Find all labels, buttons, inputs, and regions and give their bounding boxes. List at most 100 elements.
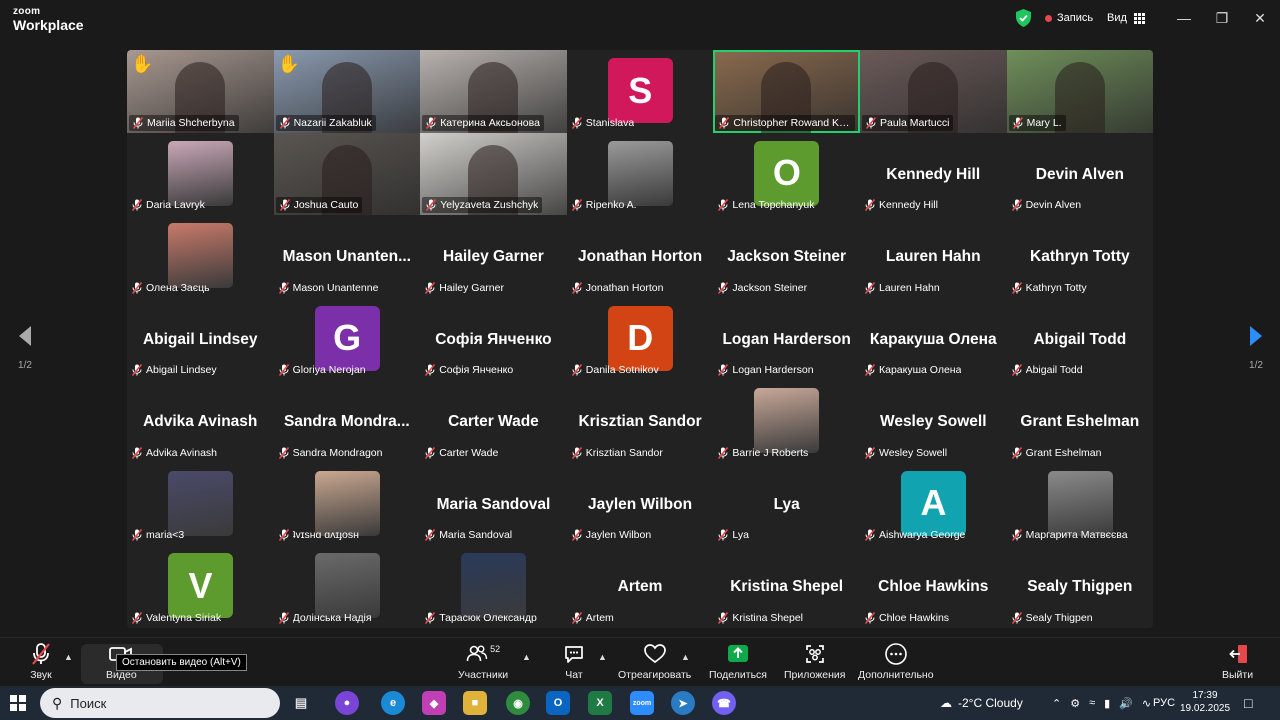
taskbar-clock[interactable]: 17:39 19.02.2025 — [1180, 689, 1230, 715]
participant-tile[interactable]: Lauren Hahn Lauren Hahn — [860, 215, 1007, 298]
participant-tile[interactable]: Krisztian Sandor Krisztian Sandor — [566, 380, 714, 463]
participant-tile[interactable]: Олена Заєць — [127, 215, 274, 298]
windows-start-icon[interactable] — [10, 695, 26, 711]
participant-tile[interactable]: Mary L. — [1006, 50, 1153, 133]
participant-tile[interactable]: Barrie J Roberts — [713, 380, 860, 463]
react-options-caret[interactable]: ▲ — [681, 652, 690, 662]
participant-tile[interactable]: Mason Unanten... Mason Unantenne — [273, 215, 421, 298]
participant-tile[interactable]: Devin Alven Devin Alven — [1006, 132, 1153, 215]
participant-tile[interactable]: Abigail Todd Abigail Todd — [1006, 297, 1153, 380]
participant-tile[interactable]: ✋ Nazarii Zakabluk — [273, 50, 421, 133]
participant-tile[interactable]: V Valentyna Siriak — [127, 545, 274, 628]
chat-button[interactable]: Чат — [563, 642, 585, 681]
participant-tile[interactable]: Sandra Mondra... Sandra Mondragon — [273, 380, 421, 463]
participant-tile[interactable]: Софія Янченко Софія Янченко — [420, 297, 567, 380]
participant-tile[interactable]: Maria Sandoval Maria Sandoval — [420, 462, 567, 545]
minimize-button[interactable]: — — [1172, 8, 1196, 28]
muted-mic-icon — [132, 529, 142, 541]
participant-name: Logan Harderson — [732, 364, 814, 376]
participant-tile[interactable]: Grant Eshelman Grant Eshelman — [1006, 380, 1153, 463]
participant-tile[interactable]: G Gloriya Nerojan — [273, 297, 421, 380]
chrome-browser-icon[interactable]: ◉ — [506, 691, 530, 715]
participant-tile[interactable]: Christopher Rowand Kelley — [713, 50, 860, 133]
system-tray-icons[interactable]: ⌃ ⚙ ≈ ▮ 🔊 ∿ — [1052, 686, 1151, 720]
participant-tile[interactable]: Advika Avinash Advika Avinash — [127, 380, 274, 463]
weather-widget[interactable]: ☁ -2°C Cloudy — [940, 686, 1023, 720]
more-button[interactable]: Дополнительно — [858, 642, 934, 681]
participant-tile[interactable]: Artem Artem — [566, 545, 714, 628]
vpn-icon[interactable]: ∿ — [1142, 697, 1151, 710]
copilot-app-icon[interactable]: ● — [335, 691, 359, 715]
participant-tile[interactable]: Долінська Надія — [273, 545, 421, 628]
notifications-icon[interactable]: □ — [1244, 686, 1252, 720]
participant-name: Mason Unantenne — [292, 281, 379, 294]
participant-tile[interactable]: Hailey Garner Hailey Garner — [420, 215, 567, 298]
participant-tile[interactable]: Abigail Lindsey Abigail Lindsey — [127, 297, 274, 380]
participant-tile[interactable]: Joshua Cauto — [273, 132, 421, 215]
audio-button[interactable]: Звук — [30, 642, 52, 681]
audio-options-caret[interactable]: ▲ — [64, 652, 73, 662]
copilot-m365-icon[interactable]: ◆ — [422, 691, 446, 715]
participant-tile[interactable]: S Stanislava — [566, 50, 714, 133]
wifi-icon[interactable]: ≈ — [1089, 697, 1095, 709]
participant-tile[interactable]: Jackson Steiner Jackson Steiner — [713, 215, 860, 298]
participant-tile[interactable]: Daria Lavryk — [127, 132, 274, 215]
participant-tile[interactable]: ʇvɪsнɑ ɑʌɪɟosн — [273, 462, 421, 545]
participant-tile[interactable]: Jaylen Wilbon Jaylen Wilbon — [566, 462, 714, 545]
previous-page-nav[interactable]: 1/2 — [10, 325, 40, 371]
chevron-up-icon[interactable]: ⌃ — [1052, 697, 1061, 710]
participant-tile[interactable]: Jonathan Horton Jonathan Horton — [566, 215, 714, 298]
participant-tile[interactable]: Маргарита Матвєєва — [1006, 462, 1153, 545]
participant-tile[interactable]: Chloe Hawkins Chloe Hawkins — [860, 545, 1007, 628]
participant-tile[interactable]: D Danila Sotnikov — [566, 297, 714, 380]
participant-name: Sealy Thigpen — [1025, 611, 1093, 624]
file-explorer-icon[interactable]: ■ — [463, 691, 487, 715]
apps-button[interactable]: Приложения — [784, 642, 845, 681]
chat-options-caret[interactable]: ▲ — [598, 652, 607, 662]
participant-tile[interactable]: ✋ Mariia Shcherbyna — [127, 50, 274, 133]
participant-tile[interactable]: Lya Lya — [713, 462, 860, 545]
network-icon[interactable]: ⚙ — [1070, 697, 1080, 710]
participant-tile[interactable]: Wesley Sowell Wesley Sowell — [860, 380, 1007, 463]
participant-tile[interactable]: Катерина Аксьонова — [420, 50, 567, 133]
recording-indicator[interactable]: Запись — [1045, 8, 1093, 28]
participant-tile[interactable]: Kennedy Hill Kennedy Hill — [860, 132, 1007, 215]
security-shield-icon[interactable] — [1016, 9, 1031, 27]
participant-tile[interactable]: Carter Wade Carter Wade — [420, 380, 567, 463]
battery-icon[interactable]: ▮ — [1104, 697, 1110, 710]
task-view-icon[interactable]: ▤ — [289, 691, 313, 715]
participant-tile[interactable]: Kristina Shepel Kristina Shepel — [713, 545, 860, 628]
outlook-app-icon[interactable]: O — [546, 691, 570, 715]
share-button[interactable]: Поделиться — [709, 642, 767, 681]
participant-tile[interactable]: Sealy Thigpen Sealy Thigpen — [1006, 545, 1153, 628]
participants-button[interactable]: 52 Участники — [458, 642, 508, 681]
participant-tile[interactable]: Yelyzaveta Zushchyk — [420, 132, 567, 215]
excel-app-icon[interactable]: X — [588, 691, 612, 715]
zoom-app-icon[interactable]: zoom — [630, 691, 654, 715]
participant-tile[interactable]: Каракуша Олена Каракуша Олена — [860, 297, 1007, 380]
viber-app-icon[interactable]: ☎ — [712, 691, 736, 715]
leave-button[interactable]: Выйти — [1222, 642, 1253, 681]
participant-avatar: G — [314, 305, 380, 371]
participant-tile[interactable]: O Lena Topchanyuk — [713, 132, 860, 215]
participant-tile[interactable]: Ripenko A. — [566, 132, 714, 215]
muted-mic-icon — [865, 611, 875, 624]
participant-name-label: Jaylen Wilbon — [571, 527, 651, 543]
participant-tile[interactable]: Kathryn Totty Kathryn Totty — [1006, 215, 1153, 298]
participants-options-caret[interactable]: ▲ — [522, 652, 531, 662]
next-page-nav[interactable]: 1/2 — [1241, 325, 1271, 371]
edge-browser-icon[interactable]: e — [381, 691, 405, 715]
view-button[interactable]: Вид — [1107, 8, 1145, 28]
language-indicator[interactable]: РУС — [1153, 686, 1175, 720]
participant-name: Valentyna Siriak — [146, 611, 222, 624]
restore-button[interactable]: ❐ — [1210, 8, 1234, 28]
telegram-app-icon[interactable]: ➤ — [671, 691, 695, 715]
participant-tile[interactable]: Logan Harderson Logan Harderson — [713, 297, 860, 380]
volume-icon[interactable]: 🔊 — [1119, 697, 1133, 710]
taskbar-search-box[interactable]: ⚲ Поиск — [40, 688, 280, 718]
participant-tile[interactable]: Тарасюк Олександр — [420, 545, 567, 628]
participant-tile[interactable]: Paula Martucci — [860, 50, 1007, 133]
participant-tile[interactable]: maria<3 — [127, 462, 274, 545]
participant-tile[interactable]: A Aishwarya George — [860, 462, 1007, 545]
close-button[interactable]: ✕ — [1248, 8, 1272, 28]
